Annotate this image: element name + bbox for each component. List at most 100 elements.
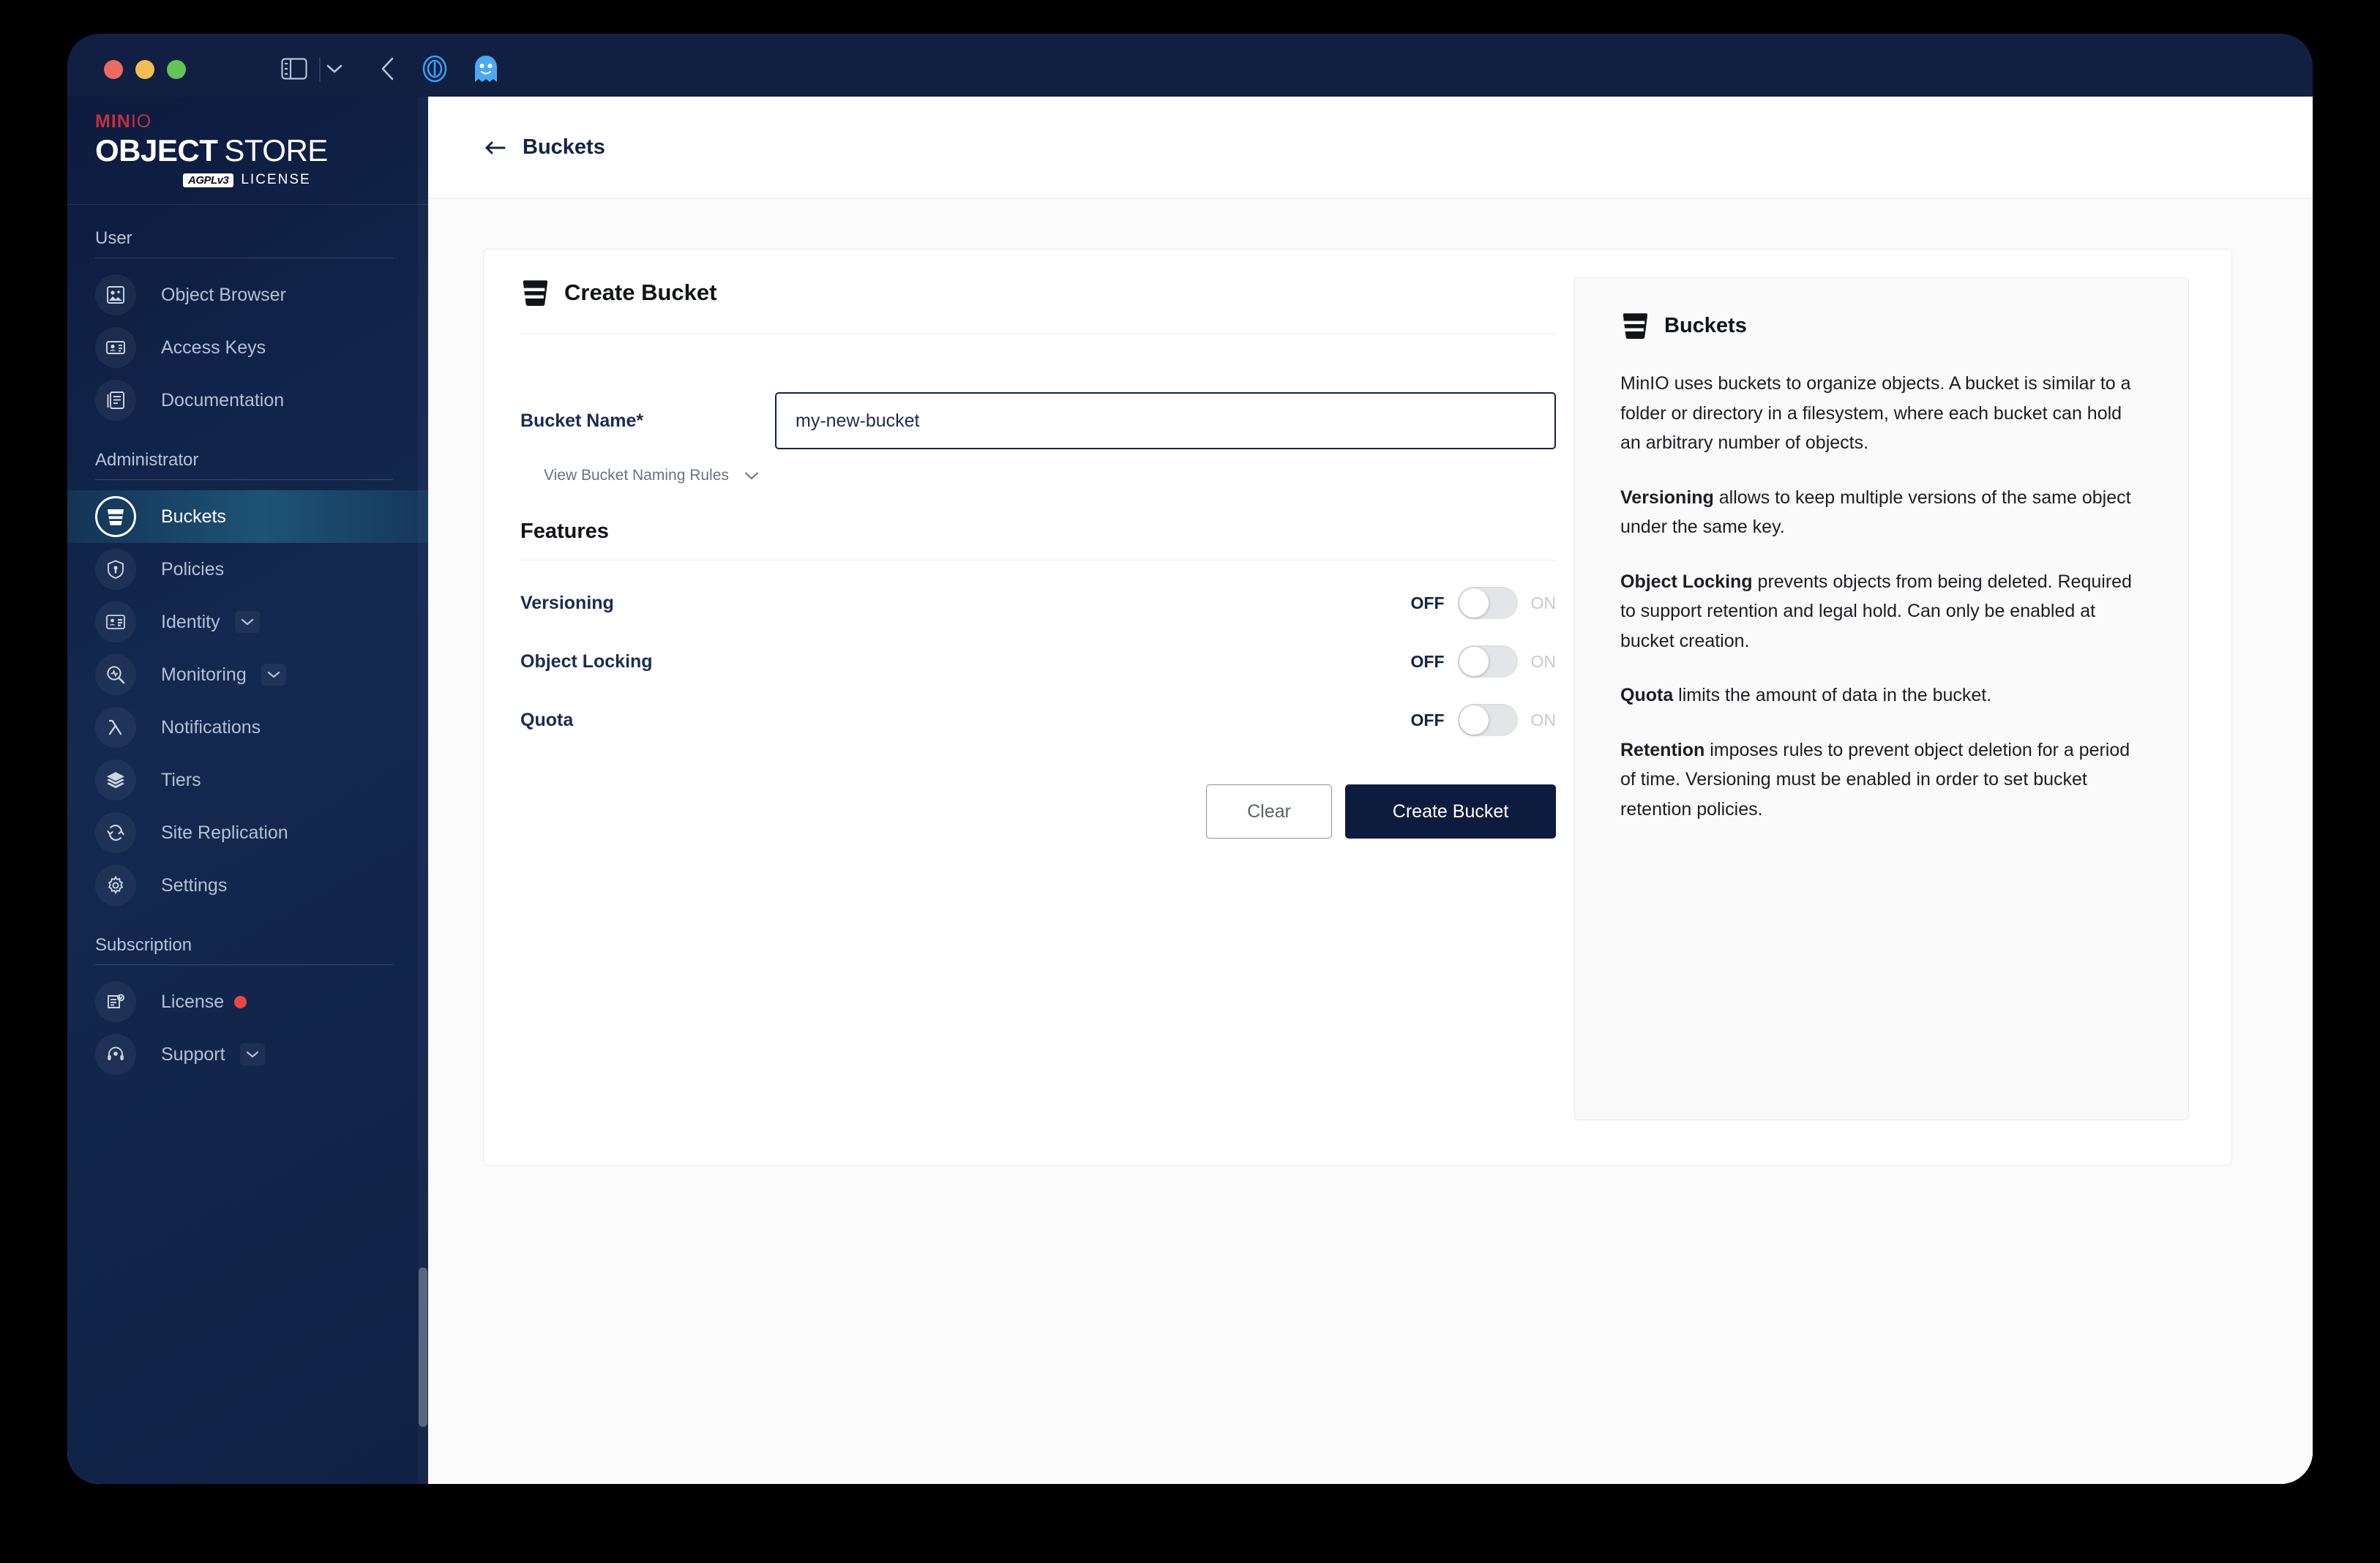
sidebar-item-notifications[interactable]: Notifications xyxy=(67,701,428,754)
clear-button[interactable]: Clear xyxy=(1206,784,1332,839)
zoom-window-button[interactable] xyxy=(167,60,186,79)
object-locking-toggle-group[interactable]: OFF ON xyxy=(1410,645,1557,678)
sidebar-item-label: Object Browser xyxy=(161,284,286,305)
sidebar-item-label: Buckets xyxy=(161,506,226,527)
browser-back-button[interactable] xyxy=(373,56,403,82)
quota-toggle[interactable] xyxy=(1457,704,1518,736)
app-body: MINIO OBJECT STORE AGPLv3 LICENSE User O… xyxy=(67,97,2313,1484)
policy-lock-icon xyxy=(95,549,136,590)
help-paragraph-object-locking: Object Locking prevents objects from bei… xyxy=(1620,567,2143,656)
sidebar-item-buckets[interactable]: Buckets xyxy=(67,490,428,543)
feature-label: Versioning xyxy=(520,592,614,613)
ghostery-extension-icon[interactable] xyxy=(471,56,501,82)
logo-store-text: STORE xyxy=(224,133,328,168)
sidebar-item-identity[interactable]: Identity xyxy=(67,596,428,648)
object-locking-toggle[interactable] xyxy=(1457,645,1518,678)
form-divider xyxy=(520,333,1556,334)
create-bucket-form: Create Bucket Bucket Name* View Bucket N… xyxy=(520,277,1556,839)
toggle-on-label: ON xyxy=(1530,651,1557,671)
bucket-name-label: Bucket Name* xyxy=(520,410,644,431)
section-divider xyxy=(95,964,393,965)
create-bucket-panel: Create Bucket Bucket Name* View Bucket N… xyxy=(483,249,2232,1166)
logo-object-text: OBJECT xyxy=(95,133,218,168)
sidebar-item-label: Policies xyxy=(161,558,225,580)
help-term-versioning: Versioning xyxy=(1620,487,1714,508)
license-badge-line: AGPLv3 LICENSE xyxy=(95,172,428,188)
create-bucket-button[interactable]: Create Bucket xyxy=(1345,784,1556,839)
license-label: LICENSE xyxy=(241,172,311,187)
chevron-down-icon[interactable] xyxy=(261,664,286,686)
sidebar-item-documentation[interactable]: Documentation xyxy=(67,374,428,427)
content-area: Create Bucket Bucket Name* View Bucket N… xyxy=(428,199,2313,1484)
sidebar-item-label: Site Replication xyxy=(161,822,288,843)
logo-min-text: MIN xyxy=(95,111,131,132)
sidebar-section-title-administrator: Administrator xyxy=(95,450,199,470)
help-panel: Buckets MinIO uses buckets to organize o… xyxy=(1574,277,2189,1120)
close-window-button[interactable] xyxy=(104,60,123,79)
bucket-icon xyxy=(520,277,548,308)
sidebar-item-access-keys[interactable]: Access Keys xyxy=(67,321,428,374)
feature-row-quota: Quota OFF ON xyxy=(520,691,1556,749)
toggle-on-label: ON xyxy=(1530,710,1557,730)
help-paragraph-intro: MinIO uses buckets to organize objects. … xyxy=(1620,369,2143,458)
minimize-window-button[interactable] xyxy=(135,60,154,79)
sidebar-section-title-user: User xyxy=(95,228,132,248)
sidebar-item-support[interactable]: Support xyxy=(67,1028,428,1081)
help-paragraph-quota: Quota limits the amount of data in the b… xyxy=(1620,681,2143,711)
screen: console.ns-3.ic.min.dev •• xyxy=(67,34,2313,1484)
device-frame: console.ns-3.ic.min.dev •• xyxy=(0,0,2380,1563)
help-heading-text: Buckets xyxy=(1664,313,1747,337)
features-heading: Features xyxy=(520,520,609,543)
chevron-down-icon[interactable] xyxy=(239,1043,265,1065)
sidebar-chevron-down-icon[interactable] xyxy=(325,56,344,82)
help-paragraph-versioning: Versioning allows to keep multiple versi… xyxy=(1620,483,2143,542)
feature-label: Quota xyxy=(520,709,574,730)
1password-extension-icon[interactable] xyxy=(420,55,449,83)
sidebar-toggle-button[interactable] xyxy=(280,56,309,82)
sidebar-item-object-browser[interactable]: Object Browser xyxy=(67,269,428,321)
page-header: Buckets xyxy=(428,97,2313,199)
sidebar-item-settings[interactable]: Settings xyxy=(67,859,428,912)
toggle-off-label: OFF xyxy=(1410,710,1445,730)
form-actions: Clear Create Bucket xyxy=(520,784,1556,839)
logo-io-text: IO xyxy=(130,111,152,132)
quota-toggle-group[interactable]: OFF ON xyxy=(1410,704,1557,736)
arrow-left-icon[interactable] xyxy=(483,139,506,157)
replication-sync-icon xyxy=(95,812,136,853)
versioning-toggle[interactable] xyxy=(1457,587,1518,619)
bucket-icon xyxy=(95,496,136,537)
features-divider xyxy=(520,560,1556,561)
sidebar-list-administrator: Buckets Policies Identity Monitoring Not… xyxy=(67,490,428,912)
sidebar-item-license[interactable]: License xyxy=(67,975,428,1028)
feature-label: Object Locking xyxy=(520,651,653,672)
chevron-down-icon xyxy=(744,471,760,481)
sidebar-item-label: Tiers xyxy=(161,769,201,790)
toggle-on-label: ON xyxy=(1530,593,1557,612)
sidebar-section-administrator: Administrator Buckets Policies Identity … xyxy=(67,450,428,912)
feature-row-versioning: Versioning OFF ON xyxy=(520,574,1556,632)
versioning-toggle-group[interactable]: OFF ON xyxy=(1410,587,1557,619)
toggle-off-label: OFF xyxy=(1410,651,1445,671)
access-keys-icon xyxy=(95,327,136,368)
bucket-name-input[interactable] xyxy=(775,392,1556,449)
sidebar-section-subscription: Subscription License Support xyxy=(67,935,428,1081)
toggle-off-label: OFF xyxy=(1410,593,1445,612)
sidebar: MINIO OBJECT STORE AGPLv3 LICENSE User O… xyxy=(67,97,428,1484)
form-heading-text: Create Bucket xyxy=(564,280,717,305)
help-text: limits the amount of data in the bucket. xyxy=(1673,685,1992,705)
object-store-wordmark: OBJECT STORE xyxy=(95,135,428,166)
sidebar-item-policies[interactable]: Policies xyxy=(67,543,428,596)
toggle-knob xyxy=(1459,705,1489,735)
section-divider xyxy=(95,479,393,480)
view-bucket-naming-rules-toggle[interactable]: View Bucket Naming Rules xyxy=(520,467,1556,484)
help-term-retention: Retention xyxy=(1620,739,1705,760)
chevron-down-icon[interactable] xyxy=(234,611,260,633)
sidebar-item-site-replication[interactable]: Site Replication xyxy=(67,806,428,859)
sidebar-scrollbar-thumb[interactable] xyxy=(419,1267,427,1427)
sidebar-item-tiers[interactable]: Tiers xyxy=(67,754,428,806)
sidebar-scrollbar[interactable] xyxy=(418,97,428,1484)
sidebar-item-monitoring[interactable]: Monitoring xyxy=(67,648,428,701)
monitoring-magnifier-icon xyxy=(95,654,136,695)
sidebar-nav: User Object Browser Access Keys Document… xyxy=(67,205,428,1081)
help-term-quota: Quota xyxy=(1620,685,1674,705)
